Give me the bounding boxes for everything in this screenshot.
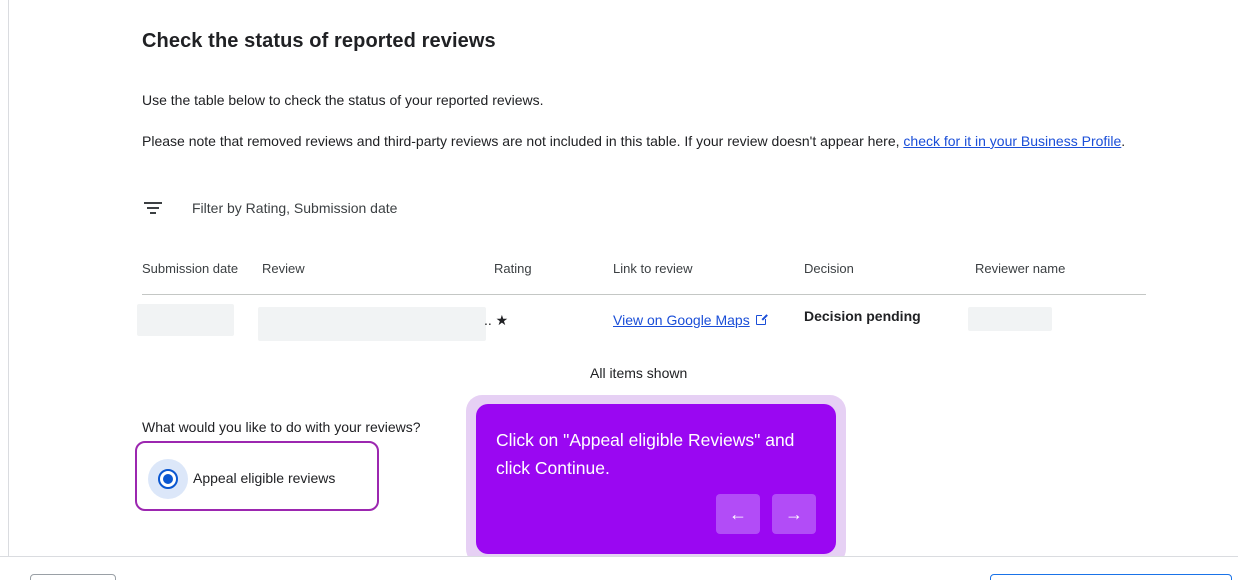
rating-cell: .. ★ [484,312,509,328]
intro-text: Use the table below to check the status … [142,92,544,108]
redacted-submission-date [137,304,234,336]
column-header-rating: Rating [494,261,532,276]
frame-left-border [8,0,9,556]
appeal-option-label[interactable]: Appeal eligible reviews [193,470,335,486]
filter-row[interactable]: Filter by Rating, Submission date [142,197,397,219]
redacted-reviewer-name [968,307,1052,331]
page-title: Check the status of reported reviews [142,30,496,52]
table-footer-status: All items shown [590,365,688,381]
column-header-review: Review [262,261,305,276]
back-button[interactable] [30,574,116,580]
radio-outer-ring[interactable] [158,469,178,489]
table-header-divider [142,294,1146,295]
business-profile-link[interactable]: check for it in your Business Profile [903,133,1121,149]
radio-selected-dot [163,474,173,484]
column-header-link: Link to review [613,261,693,276]
arrow-left-icon: ← [729,503,747,524]
guide-tooltip: Click on "Appeal eligible Reviews" and c… [476,404,836,554]
action-question: What would you like to do with your revi… [142,419,421,435]
note-body: Please note that removed reviews and thi… [142,133,904,149]
filter-label[interactable]: Filter by Rating, Submission date [192,200,397,216]
appeal-radio-button[interactable] [148,459,188,499]
arrow-right-icon: → [785,503,803,524]
tooltip-prev-button[interactable]: ← [716,494,760,534]
link-label[interactable]: View on Google Maps [613,312,750,328]
note-text: Please note that removed reviews and thi… [142,129,1132,153]
note-end: . [1121,133,1126,149]
continue-button[interactable] [990,574,1232,580]
tooltip-text: Click on "Appeal eligible Reviews" and c… [496,430,795,478]
column-header-decision: Decision [804,261,854,276]
column-header-reviewer-name: Reviewer name [975,261,1066,276]
view-on-google-maps-link[interactable]: View on Google Maps [613,312,768,328]
tooltip-next-button[interactable]: → [772,494,816,534]
redacted-review-text [258,307,486,341]
external-link-icon [755,313,768,325]
filter-icon[interactable] [142,200,164,216]
decision-status: Decision pending [804,308,921,324]
column-header-submission-date: Submission date [142,261,239,276]
